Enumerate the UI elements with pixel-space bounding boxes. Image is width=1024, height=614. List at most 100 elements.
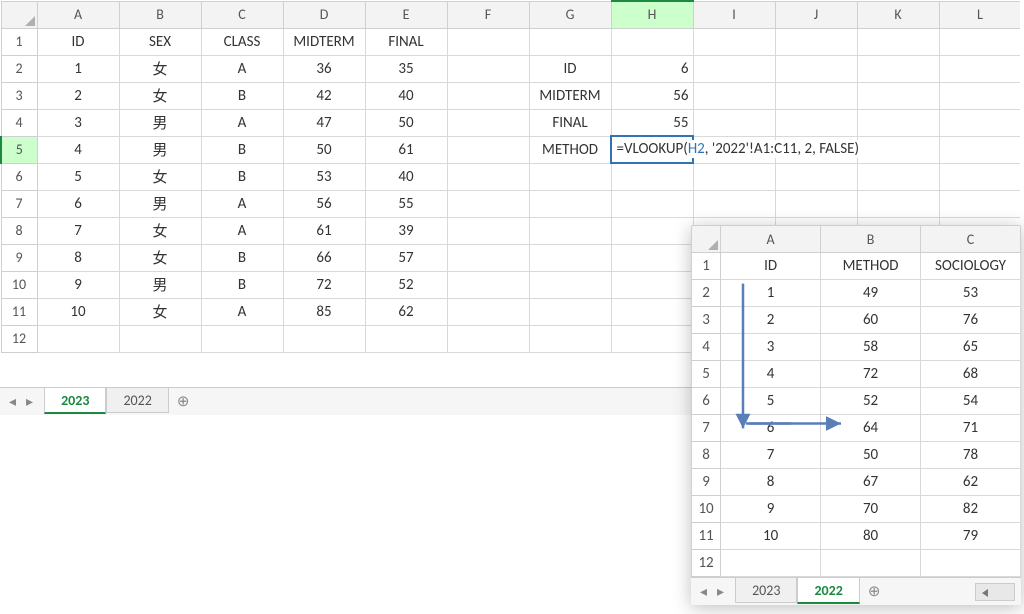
cell[interactable]: METHOD (821, 253, 921, 280)
cell[interactable] (821, 550, 921, 577)
cell[interactable] (693, 55, 775, 82)
cell[interactable] (939, 109, 1020, 136)
row-11-header[interactable]: 11 (1, 298, 37, 325)
cell[interactable] (939, 136, 1020, 163)
cell[interactable] (119, 325, 201, 352)
cell[interactable] (775, 109, 857, 136)
cell[interactable]: 女 (119, 82, 201, 109)
cell[interactable]: METHOD (529, 136, 611, 163)
cell[interactable]: B (201, 271, 283, 298)
cell[interactable] (447, 271, 529, 298)
cell[interactable] (447, 109, 529, 136)
cell[interactable]: 52 (821, 388, 921, 415)
cell[interactable]: 3 (37, 109, 119, 136)
select-all-corner[interactable] (692, 226, 721, 253)
cell[interactable]: 79 (921, 523, 1021, 550)
cell[interactable]: MIDTERM (283, 28, 365, 55)
cell[interactable] (857, 109, 939, 136)
row-10-header[interactable]: 10 (692, 496, 721, 523)
h-scroll[interactable] (975, 583, 1015, 601)
cell[interactable] (775, 190, 857, 217)
cell[interactable]: 52 (365, 271, 447, 298)
row-7-header[interactable]: 7 (1, 190, 37, 217)
cell[interactable]: 4 (721, 361, 821, 388)
cell[interactable]: ID (721, 253, 821, 280)
cell[interactable]: 女 (119, 163, 201, 190)
col-C-header[interactable]: C (921, 226, 1021, 253)
cell[interactable] (939, 82, 1020, 109)
cell[interactable]: 8 (721, 469, 821, 496)
cell[interactable]: A (201, 55, 283, 82)
cell[interactable] (721, 550, 821, 577)
cell[interactable]: 50 (365, 109, 447, 136)
cell[interactable]: 39 (365, 217, 447, 244)
cell[interactable]: 7 (37, 217, 119, 244)
cell[interactable] (529, 217, 611, 244)
cell[interactable]: 1 (37, 55, 119, 82)
col-D-header[interactable]: D (283, 1, 365, 28)
cell[interactable] (693, 82, 775, 109)
cell[interactable]: 35 (365, 55, 447, 82)
cell[interactable]: A (201, 298, 283, 325)
cell[interactable]: 10 (721, 523, 821, 550)
cell[interactable] (447, 217, 529, 244)
cell[interactable]: 5 (37, 163, 119, 190)
cell[interactable]: ID (529, 55, 611, 82)
inset-grid[interactable]: 1 2 3 A B C 1 ID METHOD SOCIOLOGY 2 1 49… (691, 225, 1021, 577)
cell[interactable] (447, 163, 529, 190)
cell[interactable]: ID (37, 28, 119, 55)
row-4-header[interactable]: 4 (692, 334, 721, 361)
cell[interactable]: 8 (37, 244, 119, 271)
cell[interactable] (447, 325, 529, 352)
cell[interactable]: 9 (721, 496, 821, 523)
row-9-header[interactable]: 9 (1, 244, 37, 271)
cell[interactable] (447, 244, 529, 271)
cell[interactable]: 50 (283, 136, 365, 163)
cell[interactable]: 72 (283, 271, 365, 298)
cell[interactable]: 58 (821, 334, 921, 361)
cell[interactable]: 1 (721, 280, 821, 307)
cell[interactable] (447, 190, 529, 217)
row-4-header[interactable]: 4 (1, 109, 37, 136)
cell[interactable]: 2 (37, 82, 119, 109)
row-2-header[interactable]: 2 (1, 55, 37, 82)
cell[interactable]: 36 (283, 55, 365, 82)
cell[interactable]: 62 (365, 298, 447, 325)
cell[interactable] (857, 136, 939, 163)
cell[interactable]: 78 (921, 442, 1021, 469)
cell[interactable]: 女 (119, 217, 201, 244)
cell[interactable] (939, 163, 1020, 190)
col-A-header[interactable]: A (37, 1, 119, 28)
cell[interactable]: 80 (821, 523, 921, 550)
cell[interactable]: 42 (283, 82, 365, 109)
cell[interactable]: CLASS (201, 28, 283, 55)
row-2-header[interactable]: 2 (692, 280, 721, 307)
tab-next-icon[interactable]: ▸ (23, 391, 36, 412)
cell[interactable] (365, 325, 447, 352)
cell[interactable]: 57 (365, 244, 447, 271)
cell[interactable] (857, 163, 939, 190)
cell[interactable] (921, 550, 1021, 577)
col-J-header[interactable]: J (775, 1, 857, 28)
col-I-header[interactable]: I (693, 1, 775, 28)
cell[interactable] (693, 190, 775, 217)
cell[interactable]: 61 (283, 217, 365, 244)
cell[interactable]: SEX (119, 28, 201, 55)
tab-next-icon[interactable]: ▸ (714, 581, 727, 602)
cell[interactable]: 4 (37, 136, 119, 163)
cell[interactable] (939, 28, 1020, 55)
cell[interactable]: 男 (119, 136, 201, 163)
row-5-header[interactable]: 5 (692, 361, 721, 388)
cell[interactable]: 50 (821, 442, 921, 469)
cell[interactable]: SOCIOLOGY (921, 253, 1021, 280)
cell[interactable]: 56 (283, 190, 365, 217)
row-8-header[interactable]: 8 (692, 442, 721, 469)
cell[interactable]: 53 (283, 163, 365, 190)
cell[interactable] (37, 325, 119, 352)
cell[interactable]: 64 (821, 415, 921, 442)
row-1-header[interactable]: 1 (692, 253, 721, 280)
col-E-header[interactable]: E (365, 1, 447, 28)
cell[interactable]: 6 (37, 190, 119, 217)
cell[interactable]: 男 (119, 190, 201, 217)
cell[interactable] (529, 298, 611, 325)
